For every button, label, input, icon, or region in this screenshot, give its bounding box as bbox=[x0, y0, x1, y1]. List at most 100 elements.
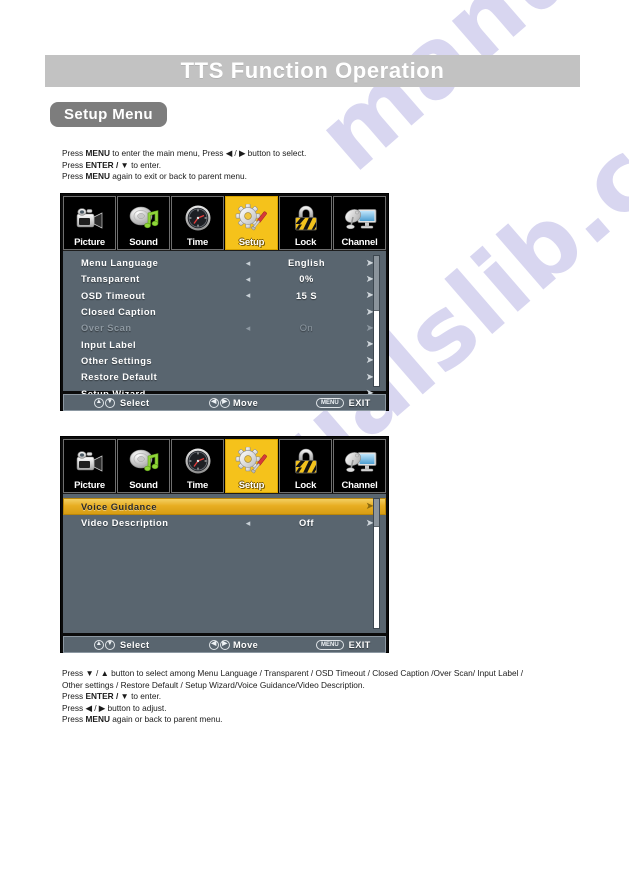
osd-tab-label: Setup bbox=[238, 480, 265, 491]
osd-menu-row-value: English bbox=[287, 258, 326, 269]
osd-tab-channel[interactable]: Channel bbox=[333, 196, 386, 250]
osd-tab-time[interactable]: Time bbox=[171, 439, 224, 493]
instruction-line: Press ENTER / ▼ to enter. bbox=[62, 160, 582, 172]
osd-menu-row[interactable]: Input Label ➤ bbox=[63, 336, 386, 352]
osd-menu-row-value: On bbox=[299, 323, 314, 334]
osd-footer-move-hint: ◀ ▶ Move bbox=[209, 397, 258, 408]
instruction-text: again to exit or back to parent menu. bbox=[109, 171, 247, 182]
osd-menu-row-label: Over Scan bbox=[81, 323, 132, 334]
osd-screenshot-setup-menu: Picture Sound Time Setup Lock Channel Menu La… bbox=[60, 193, 389, 411]
osd-menu-row-label: Restore Default bbox=[81, 372, 158, 383]
instruction-text: Press bbox=[62, 714, 86, 725]
osd-tab-setup[interactable]: Setup bbox=[225, 439, 278, 493]
osd-footer-bar: ▲ ▼ Select ◀ ▶ Move MENU EXIT bbox=[63, 636, 386, 653]
osd-screenshot-voice-guidance-menu: Picture Sound Time Setup Lock Channel Voice G… bbox=[60, 436, 389, 653]
osd-scrollbar[interactable] bbox=[373, 498, 380, 629]
osd-tab-picture[interactable]: Picture bbox=[63, 439, 116, 493]
osd-menu-row[interactable]: Other Settings ➤ bbox=[63, 353, 386, 369]
instruction-text: Press ▼ / ▲ button to select among Menu … bbox=[62, 668, 524, 678]
osd-tab-picture[interactable]: Picture bbox=[63, 196, 116, 250]
key-right-icon: ▶ bbox=[220, 397, 230, 408]
key-menu-icon: MENU bbox=[316, 397, 344, 408]
osd-tab-label: Time bbox=[186, 480, 209, 491]
osd-menu-row-label: Closed Caption bbox=[81, 307, 157, 318]
chevron-left-icon[interactable]: ◂ bbox=[231, 518, 265, 529]
osd-tab-bar: Picture Sound Time Setup Lock Channel bbox=[63, 439, 386, 493]
instruction-line: Press ▼ / ▲ button to select among Menu … bbox=[62, 668, 592, 680]
osd-tab-label: Setup bbox=[238, 237, 265, 248]
chevron-right-icon[interactable]: ➤ bbox=[348, 355, 374, 366]
chevron-right-icon[interactable]: ➤ bbox=[348, 339, 374, 350]
instruction-text: Press bbox=[62, 691, 86, 702]
osd-menu-row[interactable]: Transparent ◂ 0% ➤ bbox=[63, 271, 386, 287]
instruction-line: Other settings / Restore Default / Setup… bbox=[62, 680, 592, 692]
chevron-right-icon[interactable]: ➤ bbox=[348, 518, 374, 529]
chevron-right-icon[interactable]: ➤ bbox=[348, 501, 374, 512]
osd-menu-row-label: Menu Language bbox=[81, 258, 159, 269]
osd-scrollbar-thumb[interactable] bbox=[374, 499, 379, 528]
osd-footer-move-hint: ◀ ▶ Move bbox=[209, 639, 258, 650]
chevron-right-icon[interactable]: ➤ bbox=[348, 274, 374, 285]
osd-tab-setup[interactable]: Setup bbox=[225, 196, 278, 250]
instructions-bottom: Press ▼ / ▲ button to select among Menu … bbox=[62, 668, 592, 726]
osd-menu-row[interactable]: Restore Default ➤ bbox=[63, 369, 386, 385]
osd-scrollbar-thumb[interactable] bbox=[374, 256, 379, 311]
key-right-icon: ▶ bbox=[220, 639, 230, 650]
chevron-right-icon[interactable]: ➤ bbox=[348, 323, 374, 334]
instruction-text: to enter. bbox=[128, 691, 162, 702]
osd-scrollbar[interactable] bbox=[373, 255, 380, 387]
osd-menu-row[interactable]: Closed Caption ➤ bbox=[63, 304, 386, 320]
instruction-text: Press bbox=[62, 159, 86, 170]
osd-tab-label: Sound bbox=[129, 480, 158, 491]
osd-tab-channel[interactable]: Channel bbox=[333, 439, 386, 493]
chevron-left-icon[interactable]: ◂ bbox=[231, 323, 265, 334]
chevron-right-icon[interactable]: ➤ bbox=[348, 290, 374, 301]
osd-tab-label: Time bbox=[186, 237, 209, 248]
section-badge-label: Setup Menu bbox=[64, 106, 153, 123]
osd-footer-select-label: Select bbox=[120, 639, 150, 650]
osd-footer-select-hint: ▲ ▼ Select bbox=[94, 639, 150, 650]
osd-tab-label: Channel bbox=[341, 480, 378, 491]
osd-menu-row-label: Other Settings bbox=[81, 355, 153, 366]
osd-menu-row-label: Input Label bbox=[81, 339, 137, 350]
osd-footer-exit-label: EXIT bbox=[348, 639, 371, 650]
instruction-line: Press ENTER / ▼ to enter. bbox=[62, 691, 592, 703]
instruction-keyword: ENTER / ▼ bbox=[85, 691, 129, 702]
chevron-right-icon[interactable]: ➤ bbox=[348, 372, 374, 383]
chevron-left-icon[interactable]: ◂ bbox=[231, 258, 265, 269]
chevron-left-icon[interactable]: ◂ bbox=[231, 274, 265, 285]
osd-menu-row-label: Voice Guidance bbox=[81, 501, 158, 512]
instruction-line: Press MENU to enter the main menu, Press… bbox=[62, 148, 582, 160]
osd-tab-sound[interactable]: Sound bbox=[117, 196, 170, 250]
osd-menu-row-value: Off bbox=[299, 518, 314, 529]
osd-tab-lock[interactable]: Lock bbox=[279, 196, 332, 250]
instruction-keyword: MENU bbox=[85, 148, 110, 158]
osd-menu-list: Voice Guidance ➤ Video Description ◂ Off ➤ bbox=[63, 493, 386, 633]
osd-footer-exit-hint: MENU EXIT bbox=[316, 639, 371, 650]
osd-menu-row[interactable]: Over Scan ◂ On ➤ bbox=[63, 320, 386, 336]
osd-tab-lock[interactable]: Lock bbox=[279, 439, 332, 493]
osd-footer-bar: ▲ ▼ Select ◀ ▶ Move MENU EXIT bbox=[63, 394, 386, 411]
osd-tab-label: Sound bbox=[129, 237, 158, 248]
instruction-line: Press MENU again or back to parent menu. bbox=[62, 714, 592, 726]
osd-footer-select-hint: ▲ ▼ Select bbox=[94, 397, 149, 408]
instruction-line: Press MENU again to exit or back to pare… bbox=[62, 171, 582, 183]
osd-menu-row-label: Transparent bbox=[81, 274, 140, 285]
key-down-icon: ▼ bbox=[105, 639, 115, 650]
osd-menu-row-label: Video Description bbox=[81, 518, 169, 529]
chevron-right-icon[interactable]: ➤ bbox=[348, 307, 374, 318]
chevron-left-icon[interactable]: ◂ bbox=[231, 290, 265, 301]
osd-menu-row[interactable]: Voice Guidance ➤ bbox=[63, 498, 386, 515]
instructions-top: Press MENU to enter the main menu, Press… bbox=[62, 148, 582, 183]
osd-menu-row[interactable]: Menu Language ◂ English ➤ bbox=[63, 255, 386, 271]
instruction-text: to enter the main menu, Press ◀ / ▶ butt… bbox=[109, 148, 307, 158]
chevron-right-icon[interactable]: ➤ bbox=[348, 258, 374, 269]
osd-menu-row[interactable]: Video Description ◂ Off ➤ bbox=[63, 515, 386, 531]
key-left-icon: ◀ bbox=[209, 397, 219, 408]
key-up-icon: ▲ bbox=[94, 397, 104, 408]
osd-tab-time[interactable]: Time bbox=[171, 196, 224, 250]
osd-tab-sound[interactable]: Sound bbox=[117, 439, 170, 493]
osd-menu-row[interactable]: OSD Timeout ◂ 15 S ➤ bbox=[63, 288, 386, 304]
osd-menu-row-label: OSD Timeout bbox=[81, 290, 146, 301]
instruction-text: Press ◀ / ▶ button to adjust. bbox=[62, 702, 167, 713]
